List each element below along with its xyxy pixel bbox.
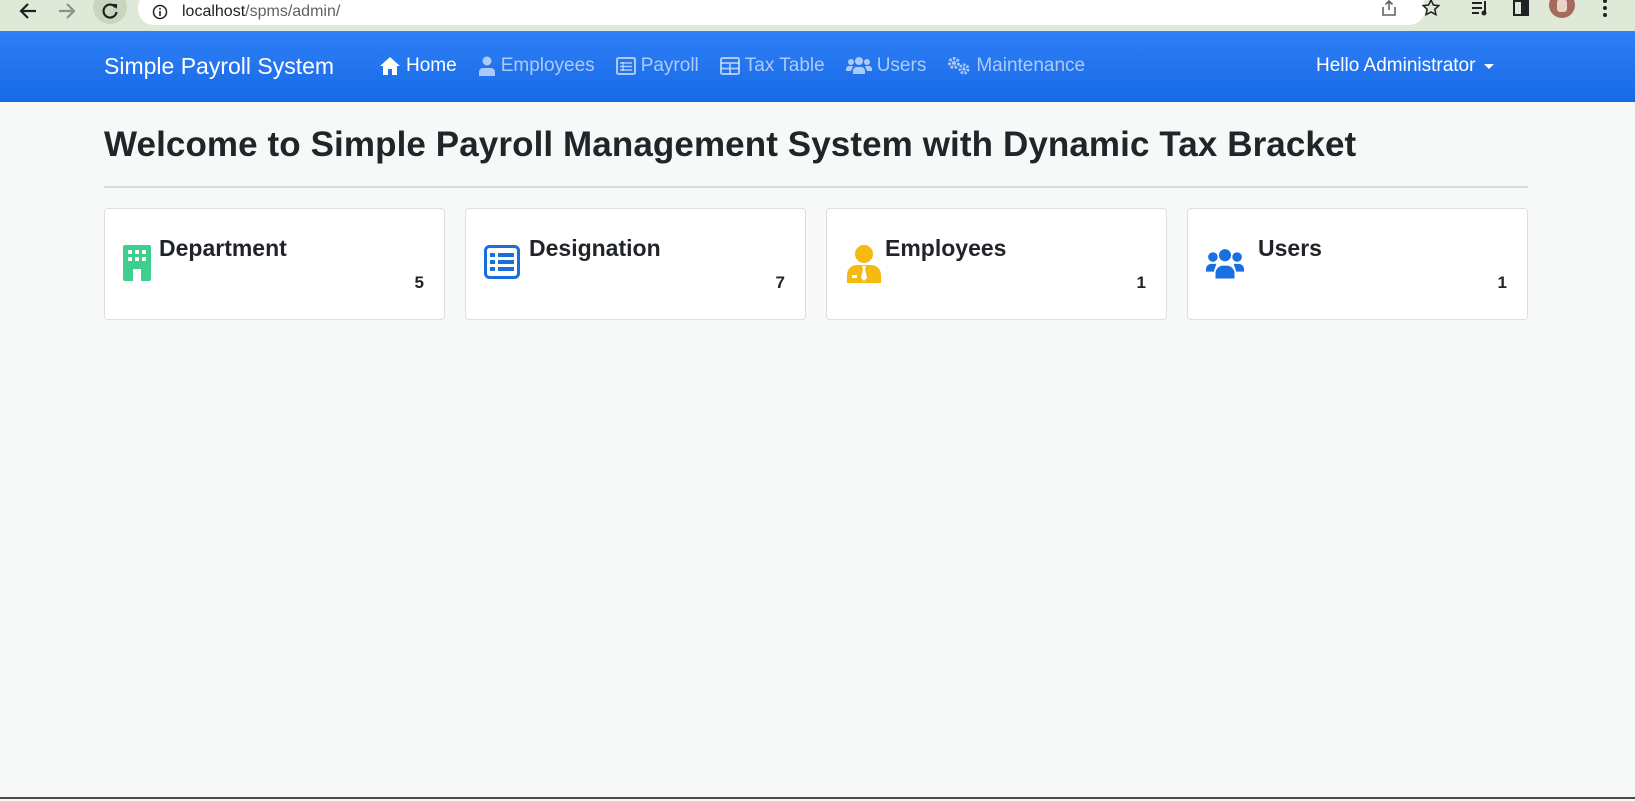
- nav-item-label: Users: [876, 55, 927, 76]
- main-menu: Home Employees Payroll Tax Table Users M…: [379, 55, 1106, 77]
- nav-item-payroll[interactable]: Payroll: [615, 55, 699, 77]
- reload-button[interactable]: [93, 0, 127, 24]
- share-icon[interactable]: [1378, 0, 1400, 18]
- nav-item-label: Employees: [500, 55, 595, 76]
- table-icon: [719, 57, 740, 75]
- user-greeting: Hello Administrator: [1316, 55, 1476, 76]
- reload-icon: [102, 3, 118, 19]
- card-count: 7: [775, 273, 785, 292]
- list-alt-icon: [615, 57, 636, 75]
- nav-item-label: Home: [406, 55, 457, 76]
- brand-link[interactable]: Simple Payroll System: [104, 53, 334, 80]
- url-host: localhost: [182, 2, 246, 20]
- user-tie-icon: [847, 245, 885, 283]
- window-bottom-border: [0, 797, 1635, 799]
- nav-item-label: Maintenance: [976, 55, 1086, 76]
- th-list-icon: [484, 245, 522, 283]
- media-control-icon[interactable]: [1470, 0, 1492, 18]
- nav-item-label: Tax Table: [744, 55, 825, 76]
- card-label: Employees: [885, 235, 1007, 261]
- nav-item-maintenance[interactable]: Maintenance: [947, 55, 1085, 77]
- url-text[interactable]: localhost/spms/admin/: [182, 3, 340, 21]
- card-label: Users: [1258, 235, 1322, 261]
- caret-down-icon: [1484, 63, 1495, 69]
- nav-item-tax-table[interactable]: Tax Table: [719, 55, 825, 77]
- users-icon: [845, 56, 872, 76]
- nav-item-label: Payroll: [640, 55, 699, 76]
- cogs-icon: [947, 56, 971, 76]
- home-icon: [379, 56, 401, 76]
- kebab-menu-icon[interactable]: [1594, 0, 1616, 18]
- card-users[interactable]: Users 1: [1187, 208, 1528, 320]
- card-count: 1: [1497, 273, 1507, 292]
- nav-item-users[interactable]: Users: [845, 55, 927, 77]
- bookmark-star-icon[interactable]: [1420, 0, 1442, 18]
- arrow-left-icon: [19, 3, 36, 19]
- title-divider: [104, 186, 1528, 188]
- arrow-right-icon: [59, 3, 76, 19]
- back-button[interactable]: [16, 0, 40, 22]
- building-icon: [123, 245, 161, 283]
- user-tie-icon: [478, 56, 496, 76]
- browser-toolbar: localhost/spms/admin/: [0, 0, 1635, 31]
- nav-item-home[interactable]: Home: [379, 55, 457, 77]
- address-bar[interactable]: localhost/spms/admin/: [138, 0, 1425, 25]
- card-designation[interactable]: Designation 7: [465, 208, 806, 320]
- card-label: Designation: [529, 235, 661, 261]
- nav-item-employees[interactable]: Employees: [478, 55, 595, 77]
- card-employees[interactable]: Employees 1: [826, 208, 1167, 320]
- card-department[interactable]: Department 5: [104, 208, 445, 320]
- card-count: 5: [414, 273, 424, 292]
- card-label: Department: [159, 235, 287, 261]
- forward-button[interactable]: [55, 0, 79, 22]
- side-panel-icon[interactable]: [1510, 0, 1532, 18]
- profile-avatar[interactable]: [1549, 0, 1575, 18]
- page-title: Welcome to Simple Payroll Management Sys…: [104, 125, 1357, 164]
- user-dropdown[interactable]: Hello Administrator: [1316, 55, 1495, 77]
- top-navbar: Simple Payroll System Home Employees Pay…: [0, 31, 1635, 102]
- users-icon: [1206, 245, 1244, 283]
- info-icon[interactable]: [152, 4, 168, 20]
- url-path: /spms/admin/: [245, 2, 341, 20]
- card-count: 1: [1136, 273, 1146, 292]
